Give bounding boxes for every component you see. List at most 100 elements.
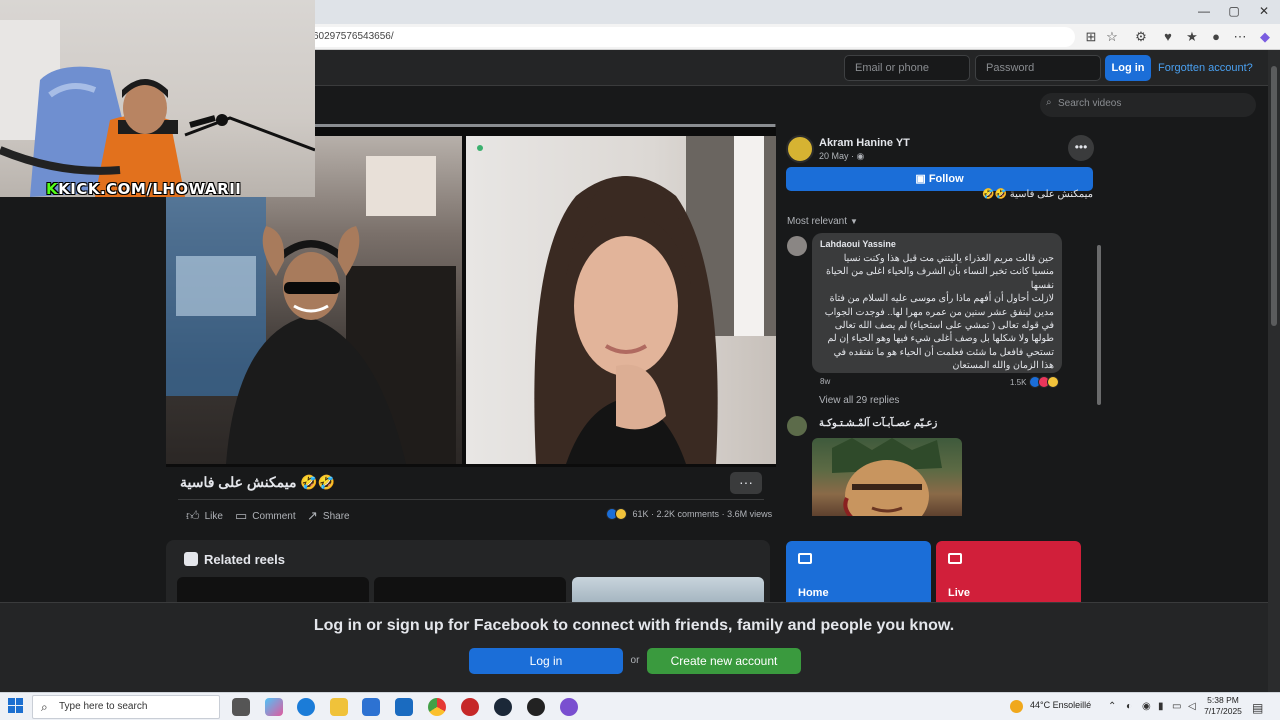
right-frame-scene xyxy=(477,136,776,464)
camera-icon xyxy=(948,553,962,564)
live-card-label: Live xyxy=(948,587,971,599)
post-side-panel: Akram Hanine YT 20 May · ◉ ••• ▣ Follow … xyxy=(786,130,1104,520)
tray-icon[interactable]: ◉ xyxy=(1142,701,1151,712)
kick-channel-watermark: KKICK.COM/LHOWARII xyxy=(46,180,241,197)
notification-icon[interactable]: ▤ xyxy=(1252,701,1263,715)
search-icon: ⌕ xyxy=(41,700,48,714)
reels-icon xyxy=(184,552,198,566)
post-options-button[interactable]: ••• xyxy=(1068,135,1094,161)
banner-or-text: or xyxy=(630,655,640,666)
live-card[interactable]: Live xyxy=(936,541,1081,605)
webcam-scene xyxy=(0,20,315,197)
share-icon: ↗ xyxy=(307,508,318,523)
password-field[interactable]: Password xyxy=(975,55,1101,81)
clock-time: 5:38 PM xyxy=(1207,695,1239,705)
task-view-icon[interactable] xyxy=(232,698,250,716)
reaction-count[interactable]: 61K xyxy=(633,509,649,519)
webcam-overlay: KKICK.COM/LHOWARII xyxy=(0,0,315,197)
home-card-label: Home xyxy=(798,587,829,599)
clock-date: 7/17/2025 xyxy=(1204,706,1242,716)
login-banner-text: Log in or sign up for Facebook to connec… xyxy=(313,617,955,634)
outlook-icon[interactable] xyxy=(395,698,413,716)
video-more-button[interactable]: ··· xyxy=(730,472,762,494)
maximize-button[interactable]: ▢ xyxy=(1224,4,1244,18)
comment-reaction-count[interactable]: 1.5K xyxy=(1010,376,1059,388)
comment-button[interactable]: ▭ Comment xyxy=(235,508,296,524)
volume-icon[interactable]: ◁ xyxy=(1188,701,1196,712)
address-bar[interactable]: 60297576543656/ xyxy=(305,27,1075,47)
share-button[interactable]: ↗ Share xyxy=(307,508,350,524)
profile-icon[interactable]: ● xyxy=(1208,29,1224,45)
follow-icon: ▣ xyxy=(915,173,929,185)
app-icon[interactable] xyxy=(461,698,479,716)
reader-icon[interactable]: ⊞ xyxy=(1083,29,1099,45)
related-reels-title: Related reels xyxy=(184,552,285,567)
weather-widget[interactable]: 44°C Ensoleillé xyxy=(1030,700,1091,710)
comments-scroll-thumb[interactable] xyxy=(1097,245,1101,405)
related-reels-label: Related reels xyxy=(204,552,285,567)
video-right-frame xyxy=(466,136,776,464)
post-date-text: 20 May xyxy=(819,151,849,161)
forgotten-account-link[interactable]: Forgotten account? xyxy=(1158,62,1253,74)
kick-url-text: KICK.COM/LHOWARII xyxy=(58,180,242,197)
comment-reaction-number: 1.5K xyxy=(1010,378,1027,387)
store-icon[interactable] xyxy=(362,698,380,716)
comment-author[interactable]: Lahdaoui Yassine xyxy=(820,239,1054,249)
performance-icon[interactable]: ♥ xyxy=(1160,29,1176,45)
search-icon: ⌕ xyxy=(1046,97,1052,108)
comment-time[interactable]: 8w xyxy=(820,377,830,386)
page-scroll-thumb[interactable] xyxy=(1271,66,1277,326)
search-videos-input[interactable]: ⌕ Search videos xyxy=(1040,93,1256,117)
create-account-button[interactable]: Create new account xyxy=(647,648,801,674)
comment-image[interactable] xyxy=(812,438,962,516)
file-explorer-icon[interactable] xyxy=(330,698,348,716)
thumbs-up-icon: 👍︎ xyxy=(186,508,200,523)
caret-down-icon: ▼ xyxy=(850,217,858,226)
like-button[interactable]: 👍︎ Like xyxy=(186,508,223,524)
comment-author[interactable]: زعـيّم عصـآبـآت آلمْـشـتـوكـة xyxy=(819,418,937,429)
copilot-taskbar-icon[interactable] xyxy=(265,698,283,716)
commenter-avatar[interactable] xyxy=(787,416,807,436)
comment-count[interactable]: 2.2K comments xyxy=(657,509,720,519)
header-login-button[interactable]: Log in xyxy=(1105,55,1151,81)
page-name-link[interactable]: Akram Hanine YT xyxy=(819,137,910,149)
copilot-icon[interactable]: ◆ xyxy=(1257,29,1273,45)
edge-icon[interactable] xyxy=(297,698,315,716)
search-videos-placeholder: Search videos xyxy=(1058,98,1122,109)
haha-reaction-icon xyxy=(615,508,627,520)
page-avatar[interactable] xyxy=(786,135,814,163)
favorite-star-icon[interactable]: ☆ xyxy=(1104,29,1120,45)
post-date[interactable]: 20 May · ◉ xyxy=(819,151,864,162)
chrome-icon[interactable] xyxy=(428,698,446,716)
chevron-up-icon[interactable]: ⌃ xyxy=(1108,701,1116,712)
tray-icon[interactable]: ◐ xyxy=(1126,701,1132,712)
like-label: Like xyxy=(204,511,223,522)
email-field[interactable]: Email or phone xyxy=(844,55,970,81)
minimize-button[interactable]: — xyxy=(1194,4,1214,18)
comment-image-art xyxy=(832,438,942,516)
video-icon xyxy=(798,553,812,564)
commenter-avatar[interactable] xyxy=(787,236,807,256)
obs-icon[interactable] xyxy=(527,698,545,716)
network-icon[interactable]: ▭ xyxy=(1172,701,1181,712)
comments-list[interactable]: Lahdaoui Yassine حين قالت مريم العذراء ي… xyxy=(786,233,1104,516)
banner-login-button[interactable]: Log in xyxy=(469,648,623,674)
microphone-icon[interactable]: ▮ xyxy=(1158,701,1164,712)
windows-start-icon[interactable] xyxy=(8,698,24,714)
comment-sort-dropdown[interactable]: Most relevant ▼ xyxy=(787,216,858,227)
follow-button[interactable]: ▣ Follow xyxy=(786,167,1093,191)
taskbar-search-input[interactable]: ⌕ Type here to search xyxy=(32,695,220,719)
windows-taskbar: ⌕ Type here to search 44°C Ensoleillé ⌃ … xyxy=(0,692,1280,720)
home-card[interactable]: Home xyxy=(786,541,931,605)
taskbar-clock[interactable]: 5:38 PM 7/17/2025 xyxy=(1203,695,1243,717)
page-scrollbar[interactable] xyxy=(1268,50,1280,692)
view-replies-link[interactable]: View all 29 replies xyxy=(819,395,899,406)
steam-icon[interactable] xyxy=(494,698,512,716)
extensions-icon[interactable]: ⚙ xyxy=(1133,29,1149,45)
favorites-icon[interactable]: ★ xyxy=(1184,29,1200,45)
comment-text: حين قالت مريم العذراء ياليتني مت قبل هذا… xyxy=(820,252,1054,373)
more-menu-icon[interactable]: ⋯ xyxy=(1232,29,1248,45)
messenger-icon[interactable] xyxy=(560,698,578,716)
comments-scrollbar[interactable] xyxy=(1096,233,1102,516)
close-window-button[interactable]: ✕ xyxy=(1254,4,1274,18)
